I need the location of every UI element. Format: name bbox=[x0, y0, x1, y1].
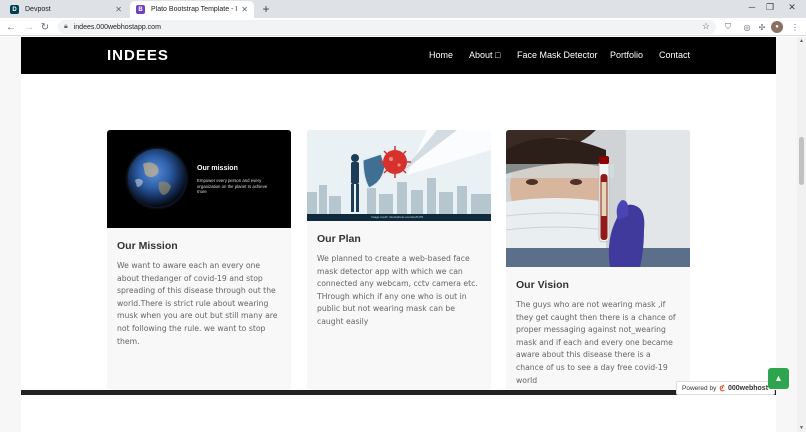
card-text: The guys who are not wearing mask ,if th… bbox=[516, 300, 676, 385]
plan-image-credit: Image credit: istockphoto.com/etc/0170 bbox=[371, 215, 424, 219]
webhost-logo-icon: ℭ bbox=[719, 383, 725, 393]
virus-shield-illustration bbox=[307, 130, 491, 221]
plan-image: Image credit: istockphoto.com/etc/0170 bbox=[307, 130, 491, 221]
back-to-top-button[interactable]: ▴ bbox=[768, 368, 789, 389]
new-tab-icon[interactable]: + bbox=[259, 2, 273, 16]
site-navbar: INDEES Home About □ Face Mask Detector P… bbox=[21, 37, 776, 74]
site-container: INDEES Home About □ Face Mask Detector P… bbox=[21, 37, 776, 432]
extension-shield-icon[interactable]: ⛉ bbox=[722, 21, 734, 33]
forward-arrow-icon[interactable]: → bbox=[22, 20, 36, 34]
powered-by-badge[interactable]: Powered by ℭ 000webhost bbox=[676, 381, 775, 395]
card-title: Our Plan bbox=[317, 233, 361, 245]
tab-title: Plato Bootstrap Template - Index bbox=[151, 6, 238, 13]
devpost-favicon-icon: D bbox=[10, 5, 19, 14]
address-bar[interactable]: 🔒︎ indees.000webhostapp.com ☆ bbox=[58, 20, 716, 34]
card-text: We planned to create a web-based face ma… bbox=[317, 254, 478, 326]
page-scrollbar[interactable]: ▲ ▼ bbox=[797, 37, 806, 432]
page-viewport: INDEES Home About □ Face Mask Detector P… bbox=[0, 37, 797, 432]
browser-toolbar: ← → ↻ 🔒︎ indees.000webhostapp.com ☆ ⛉ ◎ … bbox=[0, 18, 806, 36]
lock-icon: 🔒︎ bbox=[64, 23, 68, 30]
scroll-down-arrow-icon[interactable]: ▼ bbox=[798, 425, 805, 431]
powered-by-brand: 000webhost bbox=[727, 384, 769, 392]
mission-image-heading: Our mission bbox=[197, 165, 238, 172]
reload-icon[interactable]: ↻ bbox=[38, 20, 52, 34]
tab-title: Devpost bbox=[25, 6, 51, 13]
bookmark-star-icon[interactable]: ☆ bbox=[702, 21, 710, 32]
close-tab-icon[interactable]: ✕ bbox=[241, 5, 248, 14]
scrollbar-thumb[interactable] bbox=[799, 137, 804, 185]
bootstrap-favicon-icon: B bbox=[136, 5, 145, 14]
arrow-up-icon: ▴ bbox=[775, 373, 782, 384]
maximize-icon[interactable]: ❐ bbox=[760, 2, 780, 13]
nav-about[interactable]: About □ bbox=[469, 50, 500, 60]
card-title: Our Mission bbox=[117, 240, 178, 252]
card-title: Our Vision bbox=[516, 279, 569, 291]
scientist-blood-sample-photo bbox=[506, 130, 690, 267]
mission-image: Our mission Empower every person and eve… bbox=[107, 130, 291, 228]
nav-home[interactable]: Home bbox=[429, 50, 453, 60]
nav-face-mask-detector[interactable]: Face Mask Detector bbox=[517, 50, 598, 60]
site-logo[interactable]: INDEES bbox=[107, 47, 169, 64]
card-mission: Our mission Empower every person and eve… bbox=[107, 130, 291, 395]
extension-icon[interactable]: ◎ bbox=[741, 21, 753, 33]
mission-image-text: Empower every person and every organizat… bbox=[197, 178, 268, 194]
powered-by-label: Powered by bbox=[682, 384, 717, 392]
close-tab-icon[interactable]: ✕ bbox=[115, 5, 122, 14]
url-text: indees.000webhostapp.com bbox=[73, 23, 161, 31]
card-text: We want to aware each an every one about… bbox=[117, 261, 278, 346]
card-vision: Our Vision The guys who are not wearing … bbox=[506, 130, 690, 395]
card-plan: Image credit: istockphoto.com/etc/0170 O… bbox=[307, 130, 491, 395]
browser-tab-strip: D Devpost ✕ B Plato Bootstrap Template -… bbox=[0, 0, 806, 18]
back-arrow-icon[interactable]: ← bbox=[4, 20, 18, 34]
minimize-icon[interactable]: ─ bbox=[742, 2, 762, 12]
puzzle-extensions-icon[interactable]: ✣ bbox=[756, 21, 768, 33]
tab-plato-template[interactable]: B Plato Bootstrap Template - Index ✕ bbox=[130, 1, 254, 18]
nav-portfolio[interactable]: Portfolio bbox=[610, 50, 643, 60]
window-close-icon[interactable]: ✕ bbox=[782, 2, 802, 13]
scroll-up-arrow-icon[interactable]: ▲ bbox=[798, 38, 805, 44]
next-section-edge bbox=[21, 390, 776, 395]
tab-devpost[interactable]: D Devpost ✕ bbox=[4, 1, 128, 18]
menu-kebab-icon[interactable]: ⋮ bbox=[789, 21, 801, 33]
vision-image bbox=[506, 130, 690, 267]
nav-contact[interactable]: Contact bbox=[659, 50, 690, 60]
profile-avatar[interactable]: ● bbox=[771, 21, 783, 33]
